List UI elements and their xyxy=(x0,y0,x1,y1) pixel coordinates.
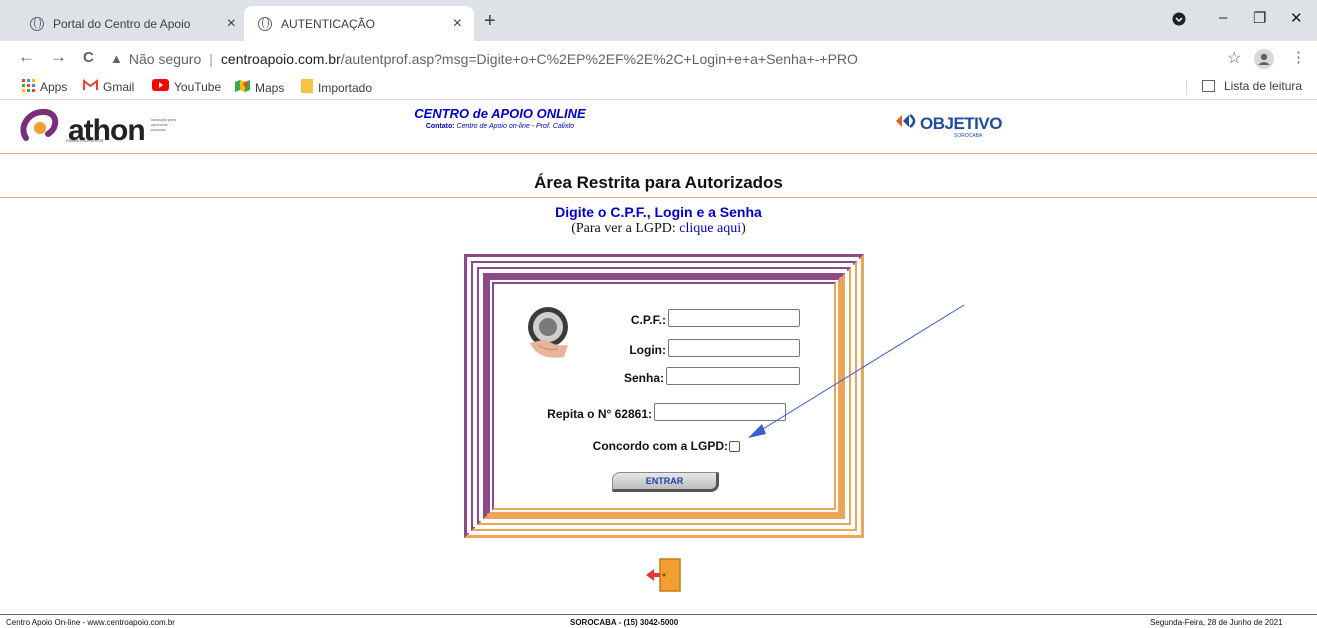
site-header-title: CENTRO de APOIO ONLINE Contato: Centro d… xyxy=(0,106,1000,130)
forward-button[interactable]: → xyxy=(50,47,67,67)
address-separator: | xyxy=(209,50,213,67)
lgpd-agree-label: Concordo com a LGPD: xyxy=(592,439,728,453)
bookmark-label: Apps xyxy=(40,80,68,94)
objetivo-mark-icon xyxy=(894,113,920,134)
bookmarks-divider xyxy=(1186,80,1187,95)
bookmark-importado[interactable]: Importado xyxy=(301,79,372,96)
header-divider xyxy=(0,153,1317,154)
globe-icon xyxy=(30,16,44,31)
close-tab-icon[interactable]: × xyxy=(227,15,236,33)
page-title: Área Restrita para Autorizados xyxy=(534,173,783,192)
address-bar[interactable]: ▲ Não seguro | centroapoio.com.br /auten… xyxy=(110,45,1250,72)
reading-list-label: Lista de leitura xyxy=(1224,79,1303,93)
folder-icon xyxy=(301,79,313,96)
bookmark-label: Importado xyxy=(318,80,373,95)
profile-avatar[interactable] xyxy=(1254,49,1274,69)
site-title: CENTRO de APOIO ONLINE xyxy=(414,106,586,121)
browser-tab-bar: Portal do Centro de Apoio × AUTENTICAÇÃO… xyxy=(0,0,1317,41)
security-label[interactable]: Não seguro xyxy=(129,51,201,67)
bookmark-star-icon[interactable]: ☆ xyxy=(1227,48,1241,68)
close-tab-icon[interactable]: × xyxy=(453,15,462,33)
title-divider xyxy=(0,197,1317,198)
lgpd-agree-checkbox[interactable] xyxy=(729,441,740,452)
footer-site: Centro Apoio On-line - www.centroapoio.c… xyxy=(6,618,175,627)
minimize-button[interactable]: – xyxy=(1219,9,1227,26)
objetivo-wordmark: OBJETIVO xyxy=(920,113,1002,133)
bookmark-gmail[interactable]: Gmail xyxy=(83,78,135,94)
page-subtitle: Digite o C.P.F., Login e a Senha xyxy=(555,204,762,220)
url-path: /autentprof.asp?msg=Digite+o+C%2EP%2EF%2… xyxy=(340,50,858,67)
url-domain: centroapoio.com.br xyxy=(220,50,341,67)
tab-autenticacao[interactable]: AUTENTICAÇÃO × xyxy=(244,6,474,41)
entrar-button[interactable]: ENTRAR xyxy=(612,472,719,492)
login-label: Login: xyxy=(629,343,666,357)
new-tab-button[interactable]: + xyxy=(484,10,496,33)
bookmark-label: Gmail xyxy=(103,79,135,94)
bookmark-maps[interactable]: Maps xyxy=(235,79,284,96)
back-button[interactable]: ← xyxy=(18,47,35,67)
safe-dial-icon xyxy=(524,305,576,366)
bookmark-label: Maps xyxy=(255,80,285,95)
footer-date: Segunda-Feira, 28 de Junho de 2021 xyxy=(1150,618,1283,627)
exit-door-icon[interactable] xyxy=(646,557,684,598)
bookmarks-bar: Apps Gmail YouTube Maps Importado Lista … xyxy=(0,75,1317,100)
bookmark-label: YouTube xyxy=(174,79,222,94)
lgpd-suffix: ) xyxy=(741,221,746,236)
reading-list-button[interactable]: Lista de leitura xyxy=(1202,79,1302,93)
annotation-arrow xyxy=(748,304,965,438)
lgpd-prefix: (Para ver a LGPD: xyxy=(571,221,680,236)
lgpd-notice: (Para ver a LGPD: clique aqui) xyxy=(0,221,1317,237)
senha-label: Senha: xyxy=(623,371,664,385)
page-content: athon Inovação para aprimorar pessoas. E… xyxy=(0,100,1317,628)
browser-menu-icon[interactable]: ⋮ xyxy=(1291,48,1306,66)
footer-phone: SOROCABA - (15) 3042-5000 xyxy=(570,618,679,627)
youtube-icon xyxy=(152,79,169,94)
captcha-label: Repita o N° 62861: xyxy=(547,407,652,421)
browser-toolbar: ← → C ▲ Não seguro | centroapoio.com.br … xyxy=(0,41,1317,75)
globe-icon xyxy=(258,16,272,31)
bookmark-youtube[interactable]: YouTube xyxy=(152,79,221,94)
gmail-icon xyxy=(83,78,98,94)
lgpd-link[interactable]: clique aqui xyxy=(679,221,741,236)
athon-subtitle: ENSINO SUPERIOR xyxy=(66,138,104,143)
tab-title: AUTENTICAÇÃO xyxy=(281,16,376,31)
contact-text: Centro de Apoio on-line - Prof. Calixto xyxy=(456,123,575,130)
tab-portal-centro-apoio[interactable]: Portal do Centro de Apoio × xyxy=(16,6,248,41)
footer-divider xyxy=(0,614,1317,615)
objetivo-subtitle: SOROCABA xyxy=(954,133,983,139)
warning-icon[interactable]: ▲ xyxy=(110,51,123,66)
cpf-label: C.P.F.: xyxy=(630,313,666,327)
maps-icon xyxy=(235,79,250,96)
objetivo-logo: OBJETIVO SOROCABA xyxy=(894,113,1002,139)
close-window-button[interactable]: ✕ xyxy=(1290,9,1303,27)
bookmark-apps[interactable]: Apps xyxy=(22,79,67,95)
tab-title: Portal do Centro de Apoio xyxy=(53,16,191,31)
profile-menu-icon[interactable] xyxy=(1172,12,1186,30)
reload-button[interactable]: C xyxy=(83,49,94,66)
restore-button[interactable]: ❐ xyxy=(1253,9,1266,27)
contact-label: Contato: xyxy=(425,123,455,130)
contact-line: Contato: Centro de Apoio on-line - Prof.… xyxy=(0,123,1000,130)
apps-grid-icon xyxy=(22,79,35,95)
reading-list-icon xyxy=(1202,80,1215,92)
